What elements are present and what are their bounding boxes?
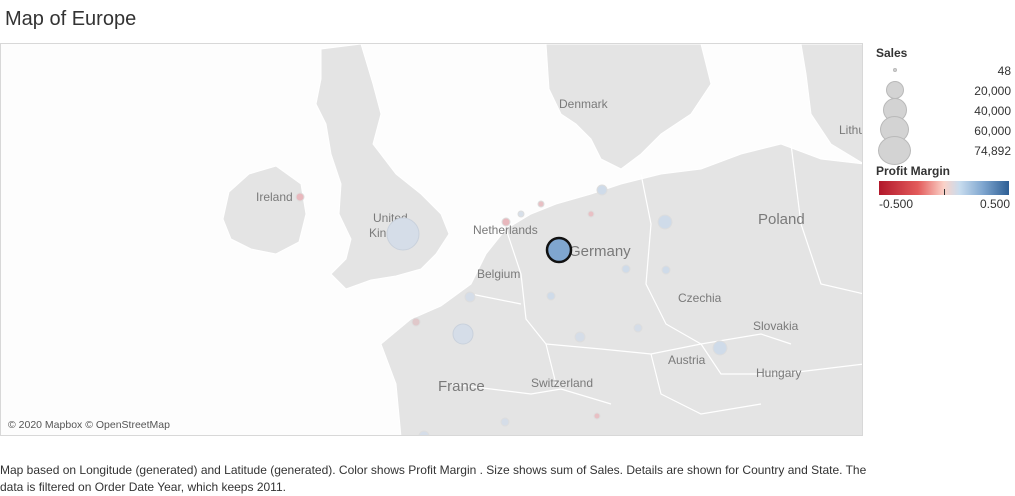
label-uk-2: Kin — [369, 226, 386, 240]
profit-color-ramp[interactable] — [879, 181, 1009, 195]
map-caption: Map based on Longitude (generated) and L… — [0, 463, 867, 494]
sales-legend-title: Sales — [876, 46, 908, 60]
label-czechia: Czechia — [678, 291, 722, 305]
marker-fr-2 — [464, 291, 476, 303]
size-swatch — [893, 68, 897, 72]
size-swatch — [886, 81, 904, 99]
marker-de-3 — [621, 264, 631, 274]
label-poland: Poland — [758, 211, 805, 228]
size-swatch — [878, 136, 911, 165]
marker-nl-3 — [537, 200, 545, 208]
profit-max-label: 0.500 — [979, 197, 1010, 211]
marker-it — [593, 412, 601, 420]
marker-de-selected — [545, 236, 573, 264]
profit-min-label: -0.500 — [879, 197, 914, 211]
legend-panel: Sales 48 20,000 40,000 60,000 74,892 Pro… — [876, 46, 1012, 211]
label-slovakia: Slovakia — [753, 319, 799, 333]
marker-de-5 — [546, 291, 556, 301]
label-ireland: Ireland — [256, 190, 293, 204]
marker-fr-4 — [500, 417, 510, 427]
marker-fr-1 — [452, 323, 474, 345]
marker-nl-1 — [501, 217, 511, 227]
map-canvas[interactable]: Denmark Ireland United Kin Netherlands G… — [1, 44, 863, 436]
zero-tick — [944, 189, 945, 195]
sales-legend-value: 60,000 — [974, 124, 1011, 138]
marker-de-2 — [657, 214, 673, 230]
label-lithuania: Lithu — [839, 123, 863, 137]
marker-uk — [386, 217, 420, 251]
marker-de-6 — [587, 210, 595, 218]
marker-de-4 — [661, 265, 671, 275]
label-germany: Germany — [569, 243, 631, 260]
sales-legend-value: 74,892 — [974, 144, 1011, 158]
marker-ireland — [295, 192, 305, 202]
page-title: Map of Europe — [5, 8, 137, 30]
sales-legend-row[interactable]: 74,892 — [876, 136, 1012, 165]
sales-legend-row[interactable]: 20,000 — [876, 80, 1012, 100]
label-hungary: Hungary — [756, 366, 801, 380]
label-france: France — [438, 378, 485, 395]
sales-legend-row[interactable]: 48 — [876, 60, 1012, 80]
marker-nl-2 — [517, 210, 525, 218]
marker-cz — [633, 323, 643, 333]
profit-legend-title: Profit Margin — [876, 164, 950, 178]
profit-range-labels: -0.500 0.500 — [879, 197, 1010, 211]
sales-legend-value: 20,000 — [974, 84, 1011, 98]
label-denmark: Denmark — [559, 97, 609, 111]
marker-de-1 — [596, 184, 608, 196]
label-switzerland: Switzerland — [531, 376, 593, 390]
label-austria: Austria — [668, 353, 706, 367]
label-belgium: Belgium — [477, 267, 520, 281]
sales-legend-value: 40,000 — [974, 104, 1011, 118]
map-view[interactable]: Denmark Ireland United Kin Netherlands G… — [0, 43, 863, 436]
marker-at — [712, 340, 728, 356]
map-attribution[interactable]: © 2020 Mapbox © OpenStreetMap — [8, 419, 170, 431]
sales-legend-value: 48 — [997, 64, 1011, 78]
marker-ch — [574, 331, 586, 343]
marker-fr-3 — [411, 317, 421, 327]
